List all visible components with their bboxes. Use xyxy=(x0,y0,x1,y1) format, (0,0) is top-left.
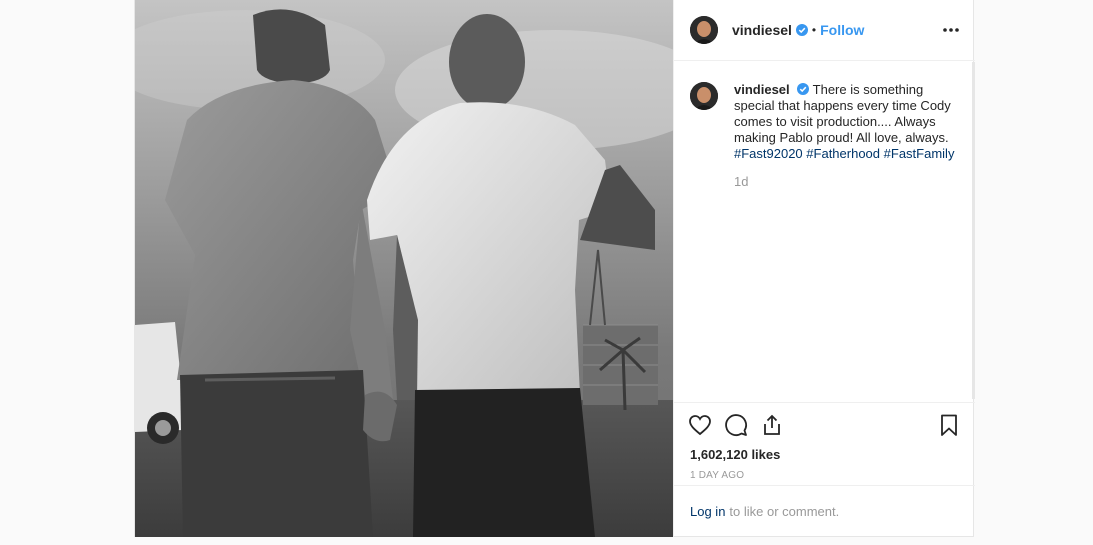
caption-username[interactable]: vindiesel xyxy=(734,82,790,97)
login-bar: Log in to like or comment. xyxy=(674,485,975,537)
comments-section: vindiesel There is something special tha… xyxy=(674,62,975,402)
hashtag-link[interactable]: #FastFamily xyxy=(884,146,955,161)
login-text: to like or comment. xyxy=(729,504,840,519)
caption-age[interactable]: 1d xyxy=(734,174,959,190)
header-username[interactable]: vindiesel xyxy=(732,22,792,38)
action-icons xyxy=(688,403,959,447)
share-icon[interactable] xyxy=(760,413,784,437)
caption-comment: vindiesel There is something special tha… xyxy=(690,82,959,190)
caption-avatar[interactable] xyxy=(690,82,718,110)
likes-count[interactable]: 1,602,120 likes xyxy=(690,447,959,462)
verified-badge-icon xyxy=(795,24,808,36)
follow-button[interactable]: Follow xyxy=(820,22,864,38)
caption-body: vindiesel There is something special tha… xyxy=(734,82,959,190)
post-photo-image xyxy=(135,0,673,537)
login-link[interactable]: Log in xyxy=(690,504,725,519)
bookmark-icon[interactable] xyxy=(937,413,961,437)
post-photo[interactable] xyxy=(135,0,673,537)
comment-icon[interactable] xyxy=(724,413,748,437)
hashtag-link[interactable]: #Fatherhood xyxy=(806,146,880,161)
separator-dot: • xyxy=(811,23,817,37)
avatar[interactable] xyxy=(690,16,718,44)
post-sidebar: vindiesel • Follow vindiesel There is so… xyxy=(673,0,975,537)
post-card: vindiesel • Follow vindiesel There is so… xyxy=(134,0,975,537)
verified-badge-icon xyxy=(797,83,810,95)
comments-scrollbar[interactable] xyxy=(972,62,975,399)
post-header: vindiesel • Follow xyxy=(674,0,975,61)
hashtag-link[interactable]: #Fast92020 xyxy=(734,146,803,161)
post-timestamp[interactable]: 1 DAY AGO xyxy=(690,470,959,481)
more-options-icon[interactable] xyxy=(941,20,961,40)
heart-icon[interactable] xyxy=(688,413,712,437)
